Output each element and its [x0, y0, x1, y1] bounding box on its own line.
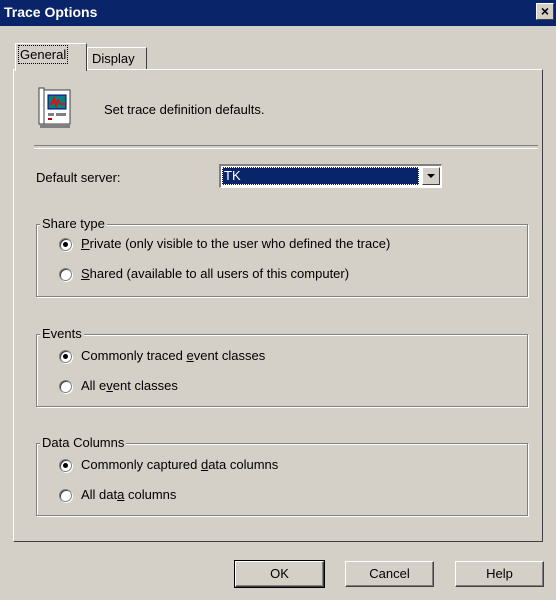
- tab-general[interactable]: General: [15, 43, 87, 71]
- tab-display[interactable]: Display: [87, 47, 147, 70]
- tab-panel-general: [13, 69, 543, 542]
- title-bar: Trace Options ×: [0, 0, 556, 26]
- close-button[interactable]: ×: [536, 3, 554, 20]
- tab-display-label: Display: [92, 51, 135, 66]
- help-button[interactable]: Help: [455, 561, 544, 587]
- close-icon: ×: [540, 3, 550, 19]
- ok-button[interactable]: OK: [234, 560, 325, 588]
- cancel-button[interactable]: Cancel: [345, 561, 434, 587]
- tab-general-label: General: [17, 45, 69, 64]
- window-title: Trace Options: [4, 4, 98, 20]
